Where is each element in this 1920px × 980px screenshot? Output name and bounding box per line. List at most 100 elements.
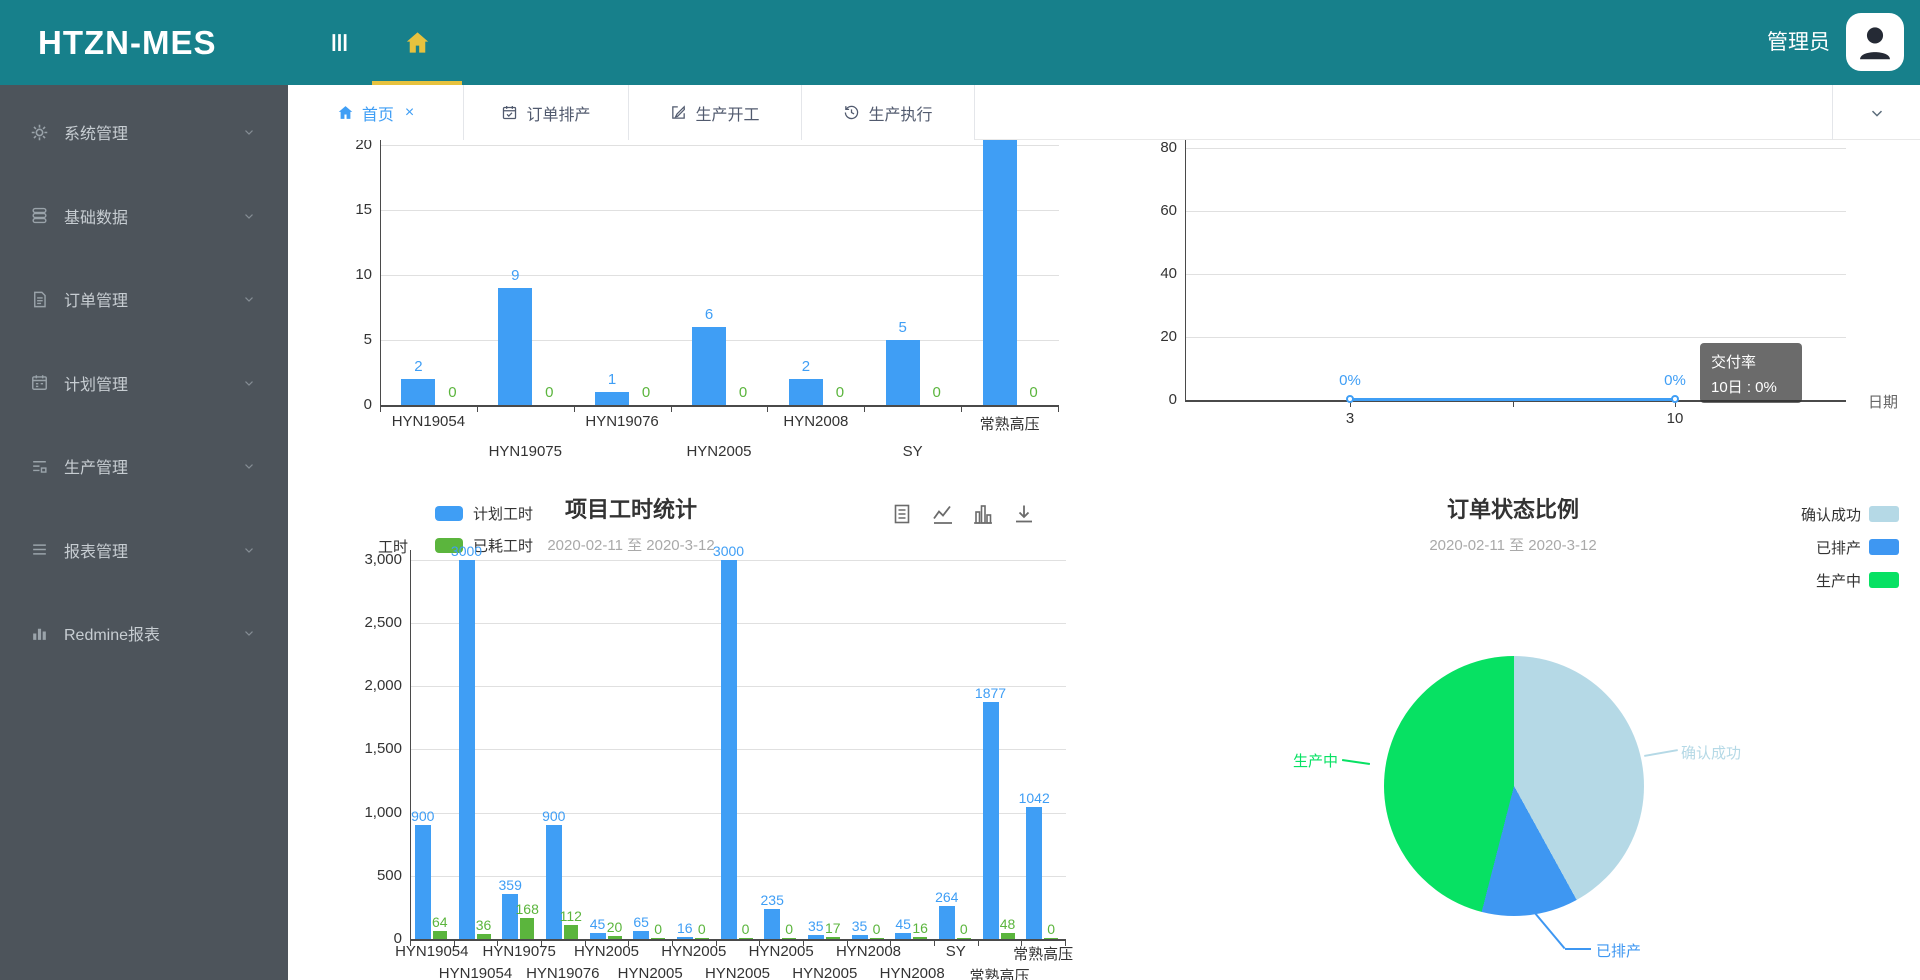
sidebar-item-1[interactable]: 系统管理 <box>0 92 288 172</box>
legend-label[interactable]: 已排产 <box>1665 537 1861 558</box>
bar[interactable] <box>826 937 840 939</box>
tabbar-separator <box>1832 85 1833 140</box>
bar[interactable] <box>957 938 971 939</box>
sidebar-item-label: 基础数据 <box>64 204 128 228</box>
y-tick-label: 0 <box>330 396 372 413</box>
y-axis-line <box>1185 140 1186 400</box>
data-point[interactable] <box>1346 395 1354 403</box>
bar-label: 2 <box>776 358 836 375</box>
bar[interactable] <box>1044 938 1058 939</box>
bar-label: 5 <box>873 319 933 336</box>
legend-swatch[interactable] <box>435 506 463 521</box>
download-icon[interactable] <box>1012 502 1036 526</box>
bar[interactable] <box>608 936 622 939</box>
chevron-down-icon[interactable] <box>1868 104 1886 122</box>
x-axis-tick <box>767 407 768 412</box>
bar[interactable] <box>913 937 927 939</box>
legend-label[interactable]: 确认成功 <box>1665 504 1861 525</box>
bar[interactable] <box>520 918 534 939</box>
home-icon[interactable] <box>404 29 431 56</box>
x-tick-label: HYN19075 <box>475 943 563 960</box>
x-tick-label: HYN2005 <box>606 965 694 980</box>
x-axis-tick <box>1058 407 1059 412</box>
x-tick-label: SY <box>865 443 961 460</box>
bar[interactable] <box>1026 807 1042 939</box>
bar[interactable] <box>1001 933 1015 939</box>
y-tick-label: 40 <box>1135 265 1177 282</box>
series-line[interactable] <box>1350 398 1675 401</box>
line-switch-icon[interactable] <box>931 502 955 526</box>
label-leader-line <box>1644 749 1678 757</box>
y-tick-label: 2,500 <box>352 614 402 631</box>
chevron-down-icon[interactable] <box>242 459 256 473</box>
edit-icon <box>670 104 687 121</box>
legend-label[interactable]: 生产中 <box>1665 570 1861 591</box>
legend-swatch[interactable] <box>1869 539 1899 555</box>
close-icon[interactable]: × <box>405 104 414 122</box>
chevron-down-icon[interactable] <box>242 543 256 557</box>
sidebar-item-5[interactable]: 生产管理 <box>0 426 288 506</box>
tooltip: 交付率10日 : 0% <box>1700 343 1802 403</box>
bar-label: 264 <box>917 889 977 905</box>
tab-2[interactable]: 订单排产 <box>464 85 629 140</box>
bar-label: 0 <box>422 384 482 401</box>
legend-swatch[interactable] <box>1869 506 1899 522</box>
bar[interactable] <box>459 560 475 939</box>
bar[interactable] <box>870 938 884 939</box>
bar[interactable] <box>983 702 999 939</box>
grid-line <box>1186 211 1846 212</box>
bar[interactable] <box>433 931 447 939</box>
x-tick-label: HYN19054 <box>432 965 520 980</box>
sidebar-item-7[interactable]: Redmine报表 <box>0 593 288 673</box>
legend-swatch[interactable] <box>1869 572 1899 588</box>
chevron-down-icon[interactable] <box>242 376 256 390</box>
history-icon <box>843 104 860 121</box>
x-axis-tick <box>961 407 962 412</box>
bar[interactable] <box>721 560 737 939</box>
sidebar-item-label: 计划管理 <box>64 371 128 395</box>
y-tick-label: 10 <box>330 266 372 283</box>
avatar[interactable] <box>1846 13 1904 71</box>
chevron-down-icon[interactable] <box>242 292 256 306</box>
sidebar-item-2[interactable]: 基础数据 <box>0 176 288 256</box>
y-tick-label: 20 <box>330 140 372 153</box>
chevron-down-icon[interactable] <box>242 125 256 139</box>
x-axis-line <box>410 939 1066 941</box>
bar-switch-icon[interactable] <box>971 502 995 526</box>
bar[interactable] <box>477 934 491 939</box>
y-tick-label: 5 <box>330 331 372 348</box>
bar-label: 3000 <box>437 543 497 559</box>
user-name[interactable]: 管理员 <box>1767 0 1830 85</box>
sidebar-item-4[interactable]: 计划管理 <box>0 343 288 423</box>
bar[interactable] <box>782 938 796 939</box>
home-active-underline <box>372 81 462 85</box>
bar[interactable] <box>651 938 665 939</box>
data-point[interactable] <box>1671 395 1679 403</box>
bar[interactable] <box>677 937 693 939</box>
bar[interactable] <box>695 938 709 939</box>
tab-3[interactable]: 生产开工 <box>629 85 802 140</box>
x-axis-tick <box>380 407 381 412</box>
tab-4[interactable]: 生产执行 <box>802 85 975 140</box>
bar-label: 900 <box>524 808 584 824</box>
bar[interactable] <box>739 938 753 939</box>
bar-label: 3000 <box>699 543 759 559</box>
bar[interactable] <box>983 140 1017 405</box>
x-tick-label: HYN19075 <box>477 443 573 460</box>
x-tick-label: HYN19076 <box>519 965 607 980</box>
grid-line <box>411 749 1066 750</box>
chevron-down-icon[interactable] <box>242 209 256 223</box>
sidebar-item-6[interactable]: 报表管理 <box>0 510 288 590</box>
chart-subtitle: 2020-02-11 至 2020-3-12 <box>1353 534 1673 555</box>
tab-1[interactable]: 首页× <box>288 85 464 140</box>
x-tick-label: HYN2005 <box>781 965 869 980</box>
list-icon <box>30 540 49 559</box>
data-view-icon[interactable] <box>890 502 914 526</box>
chevron-down-icon[interactable] <box>242 626 256 640</box>
sidebar-toggle-icon[interactable] <box>326 29 353 56</box>
app-root: HTZN-MES 管理员 系统管理基础数据订单管理计划管理生产管理报表管理Red… <box>0 0 1920 980</box>
pie[interactable] <box>1384 656 1644 916</box>
grid-line <box>381 210 1059 211</box>
sidebar-item-3[interactable]: 订单管理 <box>0 259 288 339</box>
pie-slice-label: 生产中 <box>1238 750 1338 771</box>
